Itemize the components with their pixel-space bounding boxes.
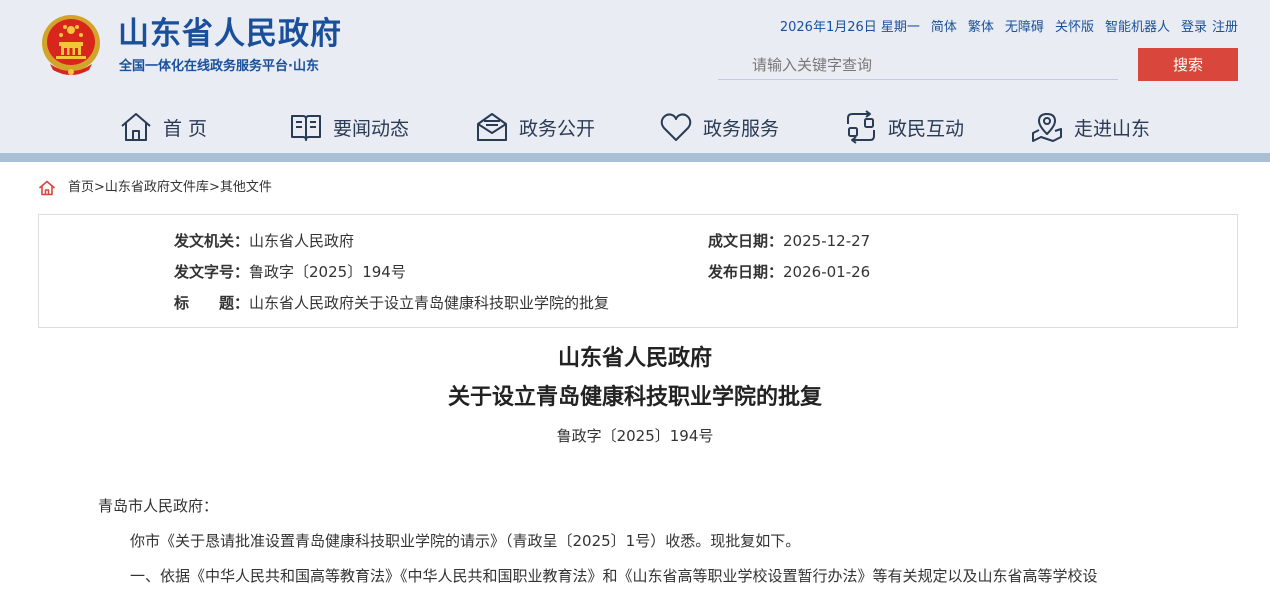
meta-written-date: 成文日期：2025-12-27 xyxy=(708,230,870,252)
meta-subject-value: 山东省人民政府关于设立青岛健康科技职业学院的批复 xyxy=(249,294,610,312)
national-emblem-logo[interactable] xyxy=(40,12,102,78)
breadcrumb-file-library[interactable]: 山东省政府文件库 xyxy=(105,178,209,198)
meta-issuer-label: 发文机关： xyxy=(174,232,250,250)
accessibility-link[interactable]: 无障碍 xyxy=(1005,18,1044,38)
nav-item-news[interactable]: 要闻动态 xyxy=(289,104,409,150)
nav-label: 政务服务 xyxy=(703,117,780,140)
nav-item-services[interactable]: 政务服务 xyxy=(659,104,779,150)
breadcrumb-other-files[interactable]: 其他文件 xyxy=(220,178,272,198)
meta-published-value: 2026-01-26 xyxy=(783,263,871,281)
nav-label: 政务公开 xyxy=(519,117,596,140)
top-links: 2026年1月26日 星期一 简体 繁体 无障碍 关怀版 智能机器人 登录 注册 xyxy=(780,18,1238,38)
breadcrumb-separator: > xyxy=(94,180,105,195)
nav-label: 政民互动 xyxy=(888,117,965,140)
location-icon xyxy=(1032,113,1062,142)
site-title[interactable]: 山东省人民政府 xyxy=(118,14,342,54)
meta-published-label: 发布日期： xyxy=(708,263,784,281)
document-paragraph: 你市《关于恳请批准设置青岛健康科技职业学院的请示》（青政呈〔2025〕1号）收悉… xyxy=(130,532,801,550)
document-salutation: 青岛市人民政府： xyxy=(98,497,219,515)
nav-item-about-shandong[interactable]: 走进山东 xyxy=(1030,104,1150,150)
meta-docno-label: 发文字号： xyxy=(174,263,250,281)
nav-item-interaction[interactable]: 政民互动 xyxy=(844,104,964,150)
meta-written-value: 2025-12-27 xyxy=(783,232,871,250)
breadcrumb-home[interactable]: 首页 xyxy=(68,178,94,198)
traditional-chinese-link[interactable]: 繁体 xyxy=(968,18,994,38)
care-mode-link[interactable]: 关怀版 xyxy=(1055,18,1094,38)
exchange-icon xyxy=(847,110,875,144)
search-button[interactable]: 搜索 xyxy=(1138,48,1238,81)
document-paragraph: 一、依据《中华人民共和国高等教育法》《中华人民共和国职业教育法》和《山东省高等职… xyxy=(130,567,1098,585)
meta-issuer: 发文机关：山东省人民政府 xyxy=(174,230,354,252)
document-number: 鲁政字〔2025〕194号 xyxy=(556,427,714,445)
document-title-line2: 关于设立青岛健康科技职业学院的批复 xyxy=(447,385,822,410)
document-title-line1: 山东省人民政府 xyxy=(557,346,712,371)
breadcrumb: 首页 > 山东省政府文件库 > 其他文件 xyxy=(38,178,272,198)
home-icon xyxy=(121,113,151,141)
register-link[interactable]: 注册 xyxy=(1212,18,1238,38)
meta-docno-value: 鲁政字〔2025〕194号 xyxy=(249,263,406,281)
document-meta-box: 发文机关：山东省人民政府 发文字号：鲁政字〔2025〕194号 标 题：山东省人… xyxy=(38,214,1238,328)
site-subtitle: 全国一体化在线政务服务平台·山东 xyxy=(119,59,319,74)
smart-robot-link[interactable]: 智能机器人 xyxy=(1105,18,1170,38)
home-icon[interactable] xyxy=(38,179,56,197)
search-input[interactable] xyxy=(718,50,1118,80)
meta-published-date: 发布日期：2026-01-26 xyxy=(708,261,870,283)
login-link[interactable]: 登录 xyxy=(1181,18,1207,38)
breadcrumb-separator: > xyxy=(208,180,220,195)
main-nav: 首 页 要闻动态 政务公开 政务服务 政民互动 走进山东 xyxy=(0,104,1270,150)
heart-icon xyxy=(660,113,692,141)
simplified-chinese-link[interactable]: 简体 xyxy=(931,18,957,38)
meta-written-label: 成文日期： xyxy=(708,232,784,250)
meta-subject: 标 题：山东省人民政府关于设立青岛健康科技职业学院的批复 xyxy=(174,292,609,314)
mail-icon xyxy=(477,113,507,141)
nav-label: 首 页 xyxy=(163,117,208,140)
nav-label: 走进山东 xyxy=(1074,117,1151,140)
meta-issuer-value: 山东省人民政府 xyxy=(249,232,355,250)
meta-docno: 发文字号：鲁政字〔2025〕194号 xyxy=(174,261,406,283)
header-divider-bar xyxy=(0,153,1270,162)
book-icon xyxy=(291,115,321,141)
meta-subject-label: 标 题： xyxy=(174,294,250,312)
current-date: 2026年1月26日 星期一 xyxy=(779,20,920,35)
nav-label: 要闻动态 xyxy=(333,117,410,140)
nav-item-open-government[interactable]: 政务公开 xyxy=(475,104,595,150)
nav-item-home[interactable]: 首 页 xyxy=(119,104,207,150)
